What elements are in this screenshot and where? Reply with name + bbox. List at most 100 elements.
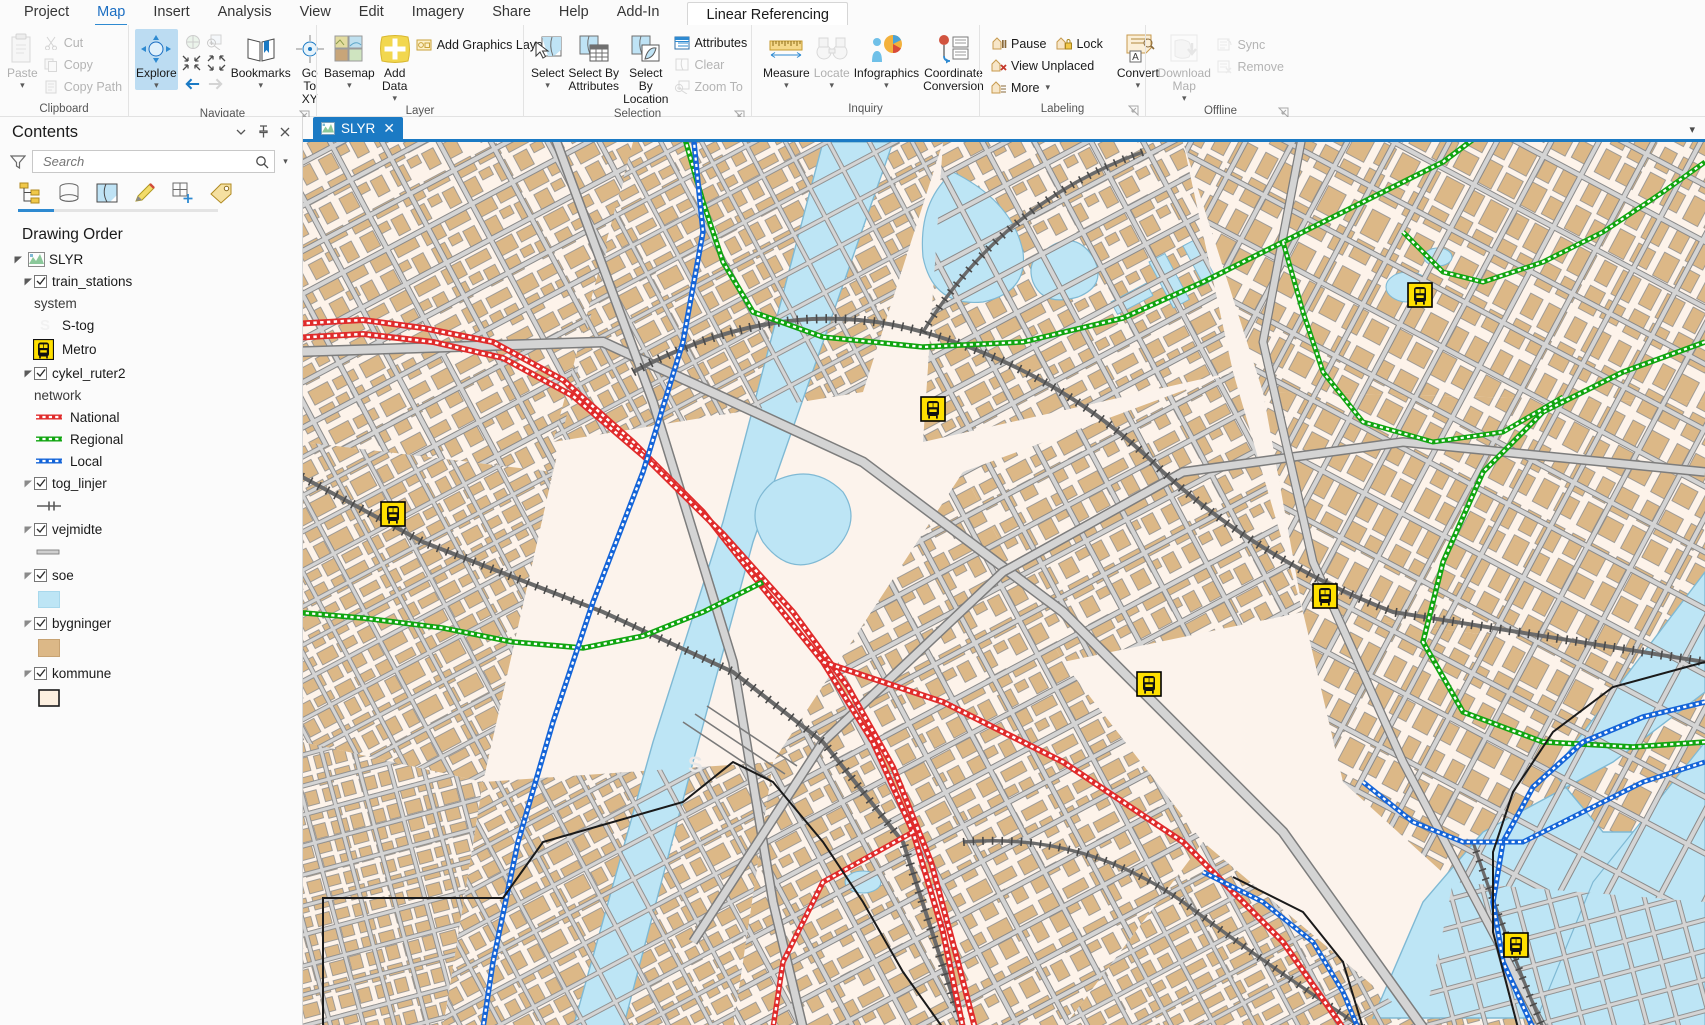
toc-symbol-row-railway[interactable]: [0, 494, 302, 518]
list-by-labeling-icon[interactable]: [208, 180, 234, 206]
list-by-selection-icon[interactable]: [94, 180, 120, 206]
toc-symbol-row-water[interactable]: [0, 586, 302, 612]
convert-caret-icon[interactable]: ▾: [1136, 81, 1141, 90]
map-render[interactable]: S: [303, 142, 1705, 1025]
toc-layer-soe[interactable]: soe: [0, 564, 302, 586]
search-input[interactable]: [41, 153, 253, 170]
layer-visibility-checkbox[interactable]: [34, 616, 47, 630]
toc-layer-tog-linjer[interactable]: tog_linjer: [0, 472, 302, 494]
list-by-snapping-icon[interactable]: [170, 180, 196, 206]
add-data-caret-icon[interactable]: ▾: [392, 94, 397, 103]
map-tab-slyr[interactable]: SLYR ✕: [313, 117, 403, 139]
menu-item-imagery[interactable]: Imagery: [398, 1, 478, 24]
layer-visibility-checkbox[interactable]: [34, 522, 47, 536]
toc-layer-train-stations[interactable]: train_stations: [0, 270, 302, 292]
layer-visibility-checkbox[interactable]: [34, 476, 47, 490]
bookmarks-button[interactable]: Bookmarks ▾: [230, 29, 292, 90]
select-button[interactable]: Select ▾: [530, 29, 565, 90]
menu-item-help[interactable]: Help: [545, 1, 603, 24]
download-map-button[interactable]: Download Map ▾: [1156, 29, 1212, 103]
pause-labeling-button[interactable]: Pause: [988, 33, 1051, 54]
sync-button[interactable]: Sync: [1214, 34, 1289, 55]
map-canvas[interactable]: S: [303, 142, 1705, 1025]
layer-visibility-checkbox[interactable]: [34, 666, 47, 680]
toc-layer-vejmidte[interactable]: vejmidte: [0, 518, 302, 540]
menu-item-share[interactable]: Share: [478, 1, 545, 24]
search-icon[interactable]: [253, 153, 271, 171]
toc-root-slyr[interactable]: SLYR: [0, 248, 302, 270]
measure-button[interactable]: Measure ▾: [762, 29, 811, 90]
expand-triangle-icon[interactable]: [22, 619, 34, 628]
download-map-caret-icon[interactable]: ▾: [1182, 94, 1187, 103]
more-labeling-button[interactable]: More ▾: [988, 77, 1108, 98]
select-by-location-button[interactable]: Select By Location: [622, 29, 669, 106]
expand-triangle-icon[interactable]: [22, 277, 34, 286]
view-unplaced-button[interactable]: View Unplaced: [988, 55, 1108, 76]
toc-symbol-row-local[interactable]: Local: [0, 450, 302, 472]
expand-triangle-icon[interactable]: [22, 479, 34, 488]
layer-visibility-checkbox[interactable]: [34, 274, 47, 288]
menu-item-insert[interactable]: Insert: [139, 1, 203, 24]
select-by-attributes-button[interactable]: Select By Attributes: [567, 29, 620, 93]
menu-item-analysis[interactable]: Analysis: [204, 1, 286, 24]
basemap-button[interactable]: Basemap ▾: [323, 29, 376, 90]
cut-button[interactable]: Cut: [41, 32, 127, 53]
contextual-tab-linear-referencing[interactable]: Linear Referencing: [687, 1, 848, 28]
list-by-data-source-icon[interactable]: [56, 180, 82, 206]
menu-item-edit[interactable]: Edit: [345, 1, 398, 24]
copy-button[interactable]: Copy: [41, 54, 127, 75]
infographics-button[interactable]: Infographics ▾: [853, 29, 920, 90]
toc-symbol-row-stog[interactable]: S S-tog: [0, 314, 302, 336]
tabbar-overflow-chevron-icon[interactable]: ▾: [1689, 123, 1695, 136]
toc-symbol-row-building[interactable]: [0, 634, 302, 662]
expand-triangle-icon[interactable]: [22, 571, 34, 580]
previous-extent-icon[interactable]: [184, 75, 201, 92]
paste-caret-icon[interactable]: ▾: [20, 81, 25, 90]
infographics-caret-icon[interactable]: ▾: [884, 81, 889, 90]
toc-layer-kommune[interactable]: kommune: [0, 662, 302, 684]
expand-triangle-icon[interactable]: [22, 369, 34, 378]
search-input-wrapper[interactable]: [32, 150, 275, 173]
more-labeling-caret-icon[interactable]: ▾: [1045, 82, 1050, 93]
select-caret-icon[interactable]: ▾: [545, 81, 550, 90]
explore-caret-icon[interactable]: ▾: [154, 81, 159, 90]
toc-symbol-row-regional[interactable]: Regional: [0, 428, 302, 450]
explore-button[interactable]: Explore ▾: [135, 29, 178, 90]
copy-path-button[interactable]: Copy Path: [41, 76, 127, 97]
locate-button[interactable]: Locate ▾: [813, 29, 851, 90]
expand-triangle-icon[interactable]: [22, 525, 34, 534]
menu-item-map[interactable]: Map: [83, 1, 139, 26]
bookmarks-caret-icon[interactable]: ▾: [258, 81, 263, 90]
menu-item-project[interactable]: Project: [10, 1, 83, 24]
search-options-caret-icon[interactable]: ▾: [279, 156, 292, 167]
contents-pane-close-icon[interactable]: [274, 121, 296, 143]
toc-symbol-row-national[interactable]: National: [0, 406, 302, 428]
toc-symbol-row-metro[interactable]: Metro: [0, 336, 302, 362]
full-extent-icon[interactable]: [185, 33, 202, 50]
zoom-to-selection-button[interactable]: Zoom To: [671, 76, 752, 97]
measure-caret-icon[interactable]: ▾: [784, 81, 789, 90]
add-data-button[interactable]: Add Data ▾: [378, 29, 412, 103]
filter-icon[interactable]: [8, 152, 28, 172]
basemap-caret-icon[interactable]: ▾: [347, 81, 352, 90]
remove-offline-map-button[interactable]: Remove: [1214, 56, 1289, 77]
labeling-dialog-launcher[interactable]: [1128, 105, 1139, 116]
paste-button[interactable]: Paste ▾: [6, 29, 39, 90]
expand-triangle-icon[interactable]: [12, 255, 24, 264]
toc-symbol-row-kommune[interactable]: [0, 684, 302, 712]
contents-pane-pin-icon[interactable]: [252, 121, 274, 143]
lock-labeling-button[interactable]: Lock: [1053, 33, 1107, 54]
coordinate-conversion-button[interactable]: Coordinate Conversion: [922, 29, 985, 93]
attributes-button[interactable]: Attributes: [671, 32, 752, 53]
contents-pane-menu-chevron-icon[interactable]: [230, 121, 252, 143]
layer-visibility-checkbox[interactable]: [34, 568, 47, 582]
menu-item-addin[interactable]: Add-In: [603, 1, 674, 24]
list-by-drawing-order-icon[interactable]: [18, 180, 44, 206]
layer-visibility-checkbox[interactable]: [34, 366, 47, 380]
list-by-editing-icon[interactable]: [132, 180, 158, 206]
map-canvas-frame[interactable]: S: [303, 139, 1705, 1025]
map-tab-close-icon[interactable]: ✕: [383, 120, 395, 137]
next-extent-icon[interactable]: [207, 75, 224, 92]
toc-symbol-row-road[interactable]: [0, 540, 302, 564]
locate-caret-icon[interactable]: ▾: [829, 81, 834, 90]
